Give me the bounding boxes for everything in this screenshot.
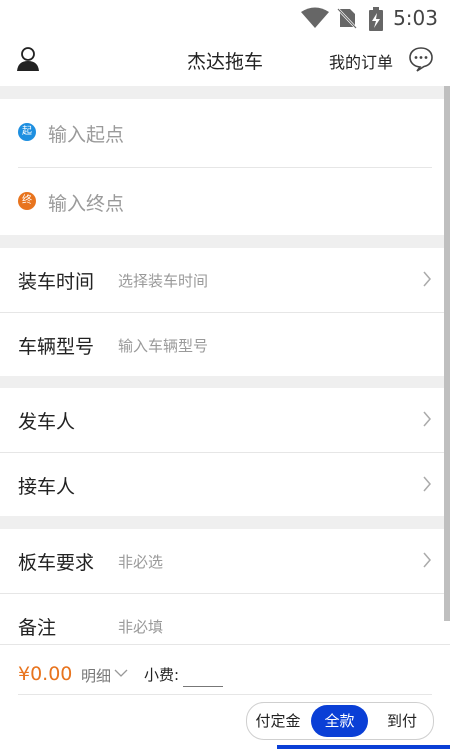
my-orders-link[interactable]: 我的订单 (329, 49, 393, 73)
payment-option-on-delivery[interactable]: 到付 (371, 703, 433, 739)
receiver-row[interactable]: 接车人 (0, 453, 444, 516)
wifi-icon (301, 7, 329, 28)
start-badge: 起 (18, 123, 36, 141)
sender-label: 发车人 (18, 411, 76, 433)
sender-row[interactable]: 发车人 (0, 388, 444, 451)
load-time-label: 装车时间 (18, 271, 95, 293)
section-gap (0, 86, 444, 99)
scrollbar[interactable] (444, 86, 450, 621)
chevron-right-icon (423, 411, 431, 427)
remark-label: 备注 (18, 617, 57, 639)
vehicle-card: 装车时间 选择装车时间 车辆型号 输入车辆型号 (0, 248, 444, 376)
extras-card: 板车要求 非必选 备注 非必填 (0, 529, 444, 644)
load-time-hint: 选择装车时间 (118, 272, 209, 290)
vehicle-model-label: 车辆型号 (18, 336, 95, 358)
chevron-down-icon[interactable] (114, 669, 128, 678)
chat-bubble-icon[interactable] (408, 46, 434, 72)
section-gap (0, 516, 444, 529)
end-badge: 终 (18, 192, 36, 210)
price-detail-toggle[interactable]: 明细 (81, 665, 111, 686)
start-placeholder: 输入起点 (48, 124, 125, 146)
contacts-card: 发车人 接车人 (0, 388, 444, 516)
chevron-right-icon (423, 476, 431, 492)
total-price: ¥0.00 (18, 663, 73, 685)
chevron-right-icon (423, 271, 431, 287)
battery-charging-icon (369, 7, 383, 31)
start-address-input[interactable]: 起 输入起点 (0, 99, 444, 165)
payment-option-deposit[interactable]: 付定金 (247, 703, 309, 739)
end-placeholder: 输入终点 (48, 193, 125, 215)
load-time-row[interactable]: 装车时间 选择装车时间 (0, 248, 444, 311)
vehicle-model-input[interactable]: 输入车辆型号 (118, 335, 208, 356)
no-sim-icon (337, 8, 357, 29)
remark-input[interactable]: 非必填 (118, 616, 163, 637)
clock-time: 5:03 (393, 6, 438, 30)
bottom-accent-bar (277, 745, 450, 749)
order-summary-bar: ¥0.00 明细 小费: 付定金 全款 到付 (0, 644, 450, 750)
trailer-requirement-label: 板车要求 (18, 552, 95, 574)
tip-input[interactable] (183, 686, 223, 687)
end-address-input[interactable]: 终 输入终点 (0, 168, 444, 234)
section-gap (0, 235, 444, 248)
app-header: 杰达拖车 我的订单 (0, 36, 450, 86)
section-gap (0, 376, 444, 388)
payment-option-full[interactable]: 全款 (311, 705, 368, 737)
divider (18, 694, 432, 695)
payment-type-selector: 付定金 全款 到付 (246, 702, 434, 740)
address-card: 起 输入起点 终 输入终点 (0, 99, 444, 235)
tip-label: 小费: (144, 666, 180, 684)
receiver-label: 接车人 (18, 476, 76, 498)
trailer-requirement-hint: 非必选 (118, 553, 164, 571)
chevron-right-icon (423, 552, 431, 568)
status-bar: 5:03 (0, 0, 450, 36)
vehicle-model-row[interactable]: 车辆型号 输入车辆型号 (0, 313, 444, 376)
trailer-requirement-row[interactable]: 板车要求 非必选 (0, 529, 444, 592)
